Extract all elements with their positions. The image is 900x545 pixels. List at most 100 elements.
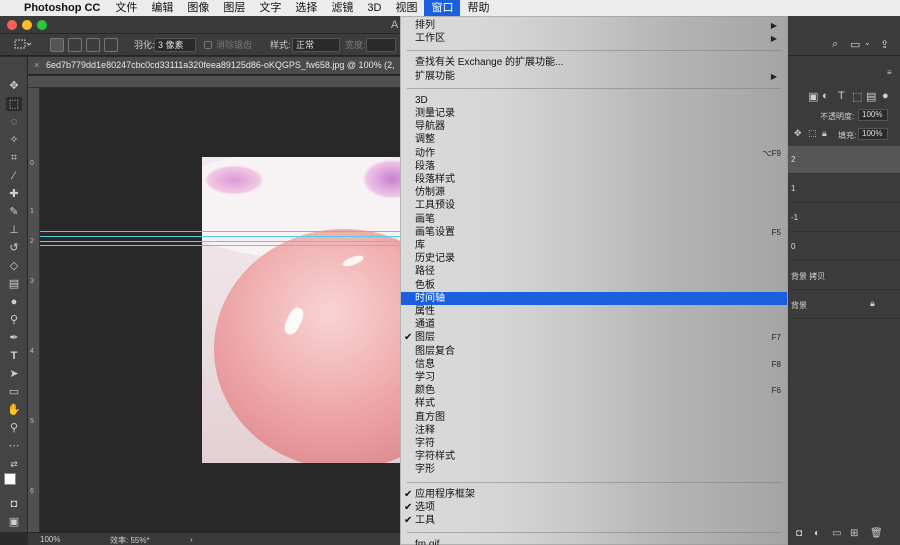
menu-item[interactable]: 查找有关 Exchange 的扩展功能... <box>401 56 787 69</box>
intersect-selection-icon[interactable] <box>104 38 118 52</box>
menu-item[interactable]: 扩展功能 ▶ <box>401 70 787 83</box>
menu-item[interactable]: 信息 F8 <box>401 358 787 371</box>
menu-filter[interactable]: 滤镜 <box>324 0 360 16</box>
clone-stamp-icon[interactable]: ⊥ <box>6 223 22 237</box>
menu-window[interactable]: 窗口 <box>424 0 461 16</box>
layer-row[interactable]: 背景 🔒︎ <box>788 291 900 319</box>
menu-item[interactable]: 动作 ⌥F9 <box>401 147 787 160</box>
menu-item[interactable]: 库 <box>401 239 787 252</box>
panel-menu-icon[interactable]: ≡ <box>887 68 892 77</box>
menu-item[interactable]: fm.gif <box>401 538 787 545</box>
move-tool-icon[interactable]: ✥ <box>6 79 22 93</box>
subtract-selection-icon[interactable] <box>86 38 100 52</box>
menu-image[interactable]: 图像 <box>180 0 216 16</box>
adjustment-layer-icon[interactable]: ◐ <box>814 528 820 539</box>
lock-artboard-icon[interactable]: ⬚ <box>808 128 817 139</box>
marquee-tool-icon[interactable]: ⬚ <box>6 97 22 111</box>
close-document-icon[interactable]: × <box>34 60 39 70</box>
horizontal-ruler[interactable] <box>28 76 400 88</box>
zoom-tool-icon[interactable]: ⚲ <box>6 421 22 435</box>
menu-item[interactable]: 注释 <box>401 424 787 437</box>
pen-tool-icon[interactable]: ✒ <box>6 331 22 345</box>
zoom-readout[interactable]: 100% <box>40 535 60 544</box>
menu-item[interactable]: 属性 <box>401 305 787 318</box>
zoom-window-button[interactable] <box>37 20 47 30</box>
menu-item[interactable]: ✔ 选项 <box>401 501 787 514</box>
menu-item[interactable]: 工具预设 <box>401 199 787 212</box>
menu-item[interactable]: 图层复合 <box>401 345 787 358</box>
lock-position-icon[interactable]: ✥ <box>794 128 802 139</box>
new-layer-icon[interactable]: ⊞ <box>850 528 858 539</box>
menu-item[interactable]: 画笔 <box>401 213 787 226</box>
layer-row[interactable]: 2 <box>788 146 900 174</box>
menu-select[interactable]: 选择 <box>288 0 324 16</box>
guide-line[interactable] <box>40 236 400 237</box>
dodge-tool-icon[interactable]: ⚲ <box>6 313 22 327</box>
path-select-icon[interactable]: ➤ <box>6 367 22 381</box>
eyedropper-icon[interactable]: ∕ <box>6 169 22 183</box>
menu-item[interactable]: 路径 <box>401 265 787 278</box>
menu-item[interactable]: 调整 <box>401 133 787 146</box>
menu-item[interactable]: 颜色 F6 <box>401 384 787 397</box>
add-selection-icon[interactable] <box>68 38 82 52</box>
menu-item[interactable]: 导航器 <box>401 120 787 133</box>
lasso-tool-icon[interactable]: ◌ <box>6 115 22 129</box>
filter-adjust-icon[interactable]: ◐ <box>822 90 829 102</box>
new-selection-icon[interactable] <box>50 38 64 52</box>
menu-item[interactable]: ✔ 图层 F7 <box>401 331 787 344</box>
menu-file[interactable]: 文件 <box>108 0 144 16</box>
swap-colors-icon[interactable]: ⇄ <box>6 457 22 471</box>
menu-item[interactable]: 段落 <box>401 160 787 173</box>
menu-layer[interactable]: 图层 <box>216 0 252 16</box>
lock-icon[interactable]: 🔒︎ <box>822 128 827 139</box>
brush-tool-icon[interactable]: ✎ <box>6 205 22 219</box>
menu-item[interactable]: 色板 <box>401 279 787 292</box>
delete-layer-icon[interactable]: 🗑︎ <box>870 528 883 539</box>
filter-smart-icon[interactable]: ▤ <box>866 90 876 103</box>
fill-input[interactable]: 100% <box>858 128 888 140</box>
app-menu[interactable]: Photoshop CC <box>22 2 108 14</box>
menu-help[interactable]: 帮助 <box>460 0 496 16</box>
new-group-icon[interactable]: ▭ <box>832 528 841 539</box>
crop-tool-icon[interactable]: ⌗ <box>6 151 22 165</box>
menu-item[interactable]: 时间轴 <box>401 291 787 305</box>
menu-item[interactable]: 字符 <box>401 437 787 450</box>
menu-item[interactable]: 仿制源 <box>401 186 787 199</box>
menu-item[interactable]: 字符样式 <box>401 450 787 463</box>
menu-item[interactable]: 学习 <box>401 371 787 384</box>
more-tools-icon[interactable]: ⋯ <box>6 439 22 453</box>
gradient-tool-icon[interactable]: ▤ <box>6 277 22 291</box>
document-tab[interactable]: × 6ed7b779dd1e80247cbc0cd33111a320feea89… <box>28 57 400 75</box>
minimize-window-button[interactable] <box>22 20 32 30</box>
menu-item[interactable]: 历史记录 <box>401 252 787 265</box>
workspace-icon[interactable]: ▭ <box>850 38 860 51</box>
eraser-tool-icon[interactable]: ◇ <box>6 259 22 273</box>
filter-pixel-icon[interactable]: ▣ <box>808 90 818 103</box>
healing-brush-icon[interactable]: ✚ <box>6 187 22 201</box>
menu-type[interactable]: 文字 <box>252 0 288 16</box>
search-icon[interactable]: ⌕ <box>832 38 838 51</box>
menu-item[interactable]: 画笔设置 F5 <box>401 226 787 239</box>
foreground-color-swatch[interactable] <box>4 473 16 485</box>
document-canvas[interactable] <box>40 88 400 532</box>
menu-item[interactable]: 测量记录 <box>401 107 787 120</box>
menu-item[interactable]: 3D <box>401 94 787 107</box>
quick-mask-icon[interactable]: ◘ <box>6 497 22 511</box>
opacity-input[interactable]: 100% <box>858 109 888 121</box>
menu-item[interactable]: ✔ 应用程序框架 <box>401 488 787 501</box>
menu-item[interactable]: 样式 <box>401 397 787 410</box>
menu-item[interactable]: 直方图 <box>401 411 787 424</box>
menu-item[interactable]: 工作区 ▶ <box>401 32 787 45</box>
add-mask-icon[interactable]: ◘ <box>796 528 802 539</box>
width-input[interactable] <box>366 38 396 52</box>
type-tool-icon[interactable]: T <box>6 349 22 363</box>
guide-line[interactable] <box>40 245 400 246</box>
filter-type-icon[interactable]: T <box>838 90 845 102</box>
layer-row[interactable]: 背景 拷贝 <box>788 262 900 290</box>
feather-input[interactable]: 3 像素 <box>154 38 196 52</box>
menu-item[interactable]: 通道 <box>401 318 787 331</box>
history-brush-icon[interactable]: ↺ <box>6 241 22 255</box>
filter-toggle-icon[interactable]: ● <box>882 90 889 102</box>
menu-item[interactable]: 段落样式 <box>401 173 787 186</box>
blur-tool-icon[interactable]: ● <box>6 295 22 309</box>
